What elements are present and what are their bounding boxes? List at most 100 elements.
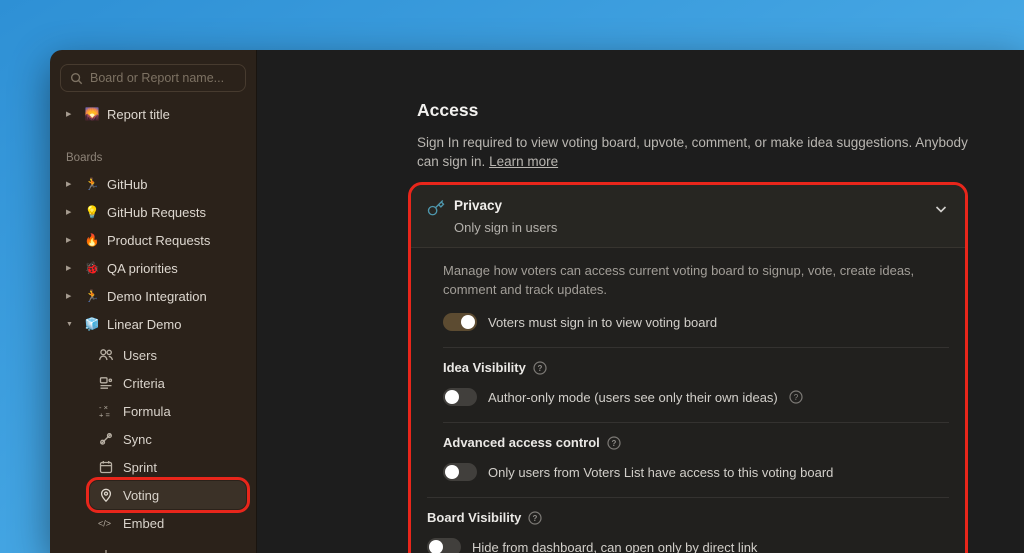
sidebar-item-report-title[interactable]: ▶ 🌄 Report title (60, 100, 246, 128)
sidebar-item-qa-priorities[interactable]: ▶ 🐞 QA priorities (60, 254, 246, 282)
board-emoji-icon: 💡 (84, 205, 100, 219)
board-emoji-icon: 🔥 (84, 233, 100, 247)
privacy-subtitle: Only sign in users (454, 220, 933, 235)
sidebar-item-users[interactable]: Users (90, 341, 246, 369)
sidebar-item-linear-demo[interactable]: ▼ 🧊 Linear Demo (60, 310, 246, 338)
board-emoji-icon: 🏃 (84, 289, 100, 303)
signin-toggle-label: Voters must sign in to view voting board (488, 315, 717, 330)
subitem-label: Users (123, 348, 157, 363)
page-title: Access (417, 100, 1024, 121)
chevron-down-icon[interactable] (933, 201, 949, 217)
learn-more-link[interactable]: Learn more (489, 154, 558, 169)
privacy-description: Manage how voters can access current vot… (443, 262, 965, 299)
sidebar-item-github-requests[interactable]: ▶ 💡 GitHub Requests (60, 198, 246, 226)
svg-text:?: ? (611, 439, 616, 448)
sidebar-item-demo-integration[interactable]: ▶ 🏃 Demo Integration (60, 282, 246, 310)
board-label: Product Requests (107, 233, 210, 248)
sidebar-item-sync[interactable]: Sync (90, 425, 246, 453)
sidebar-item-criteria[interactable]: Criteria (90, 369, 246, 397)
board-label: GitHub Requests (107, 205, 206, 220)
board-emoji-icon: 🐞 (84, 261, 100, 275)
help-icon[interactable]: ? (533, 361, 547, 375)
sprint-icon (98, 459, 114, 475)
signin-toggle-row: Voters must sign in to view voting board (443, 313, 949, 331)
criteria-icon (98, 375, 114, 391)
board-label: GitHub (107, 177, 147, 192)
divider (427, 497, 949, 498)
svg-text:+ =: + = (99, 411, 110, 420)
search-input[interactable]: Board or Report name... (60, 64, 246, 92)
sidebar-item-voting[interactable]: Voting (90, 481, 246, 509)
sidebar: Board or Report name... ▶ 🌄 Report title… (50, 50, 257, 553)
page-description: Sign In required to view voting board, u… (417, 133, 969, 171)
sidebar-item-product-requests[interactable]: ▶ 🔥 Product Requests (60, 226, 246, 254)
board-visibility-heading: Board Visibility ? (427, 510, 949, 525)
divider (443, 422, 949, 423)
hide-dashboard-toggle[interactable] (427, 538, 461, 553)
svg-text:?: ? (794, 393, 799, 402)
board-visibility-label: Board Visibility (427, 510, 521, 525)
hide-dashboard-toggle-row: Hide from dashboard, can open only by di… (427, 538, 949, 553)
board-label: Demo Integration (107, 289, 207, 304)
sidebar-item-github[interactable]: ▶ 🏃 GitHub (60, 170, 246, 198)
chevron-right-icon[interactable]: ▶ (66, 236, 77, 244)
author-only-toggle-label: Author-only mode (users see only their o… (488, 390, 778, 405)
plus-icon (98, 547, 114, 553)
voters-list-toggle-row: Only users from Voters List have access … (443, 463, 949, 481)
board-emoji-icon: 🏃 (84, 177, 100, 191)
privacy-card-body: Manage how voters can access current vot… (411, 248, 965, 553)
board-emoji-icon: 🧊 (84, 317, 100, 331)
help-icon[interactable]: ? (528, 511, 542, 525)
chevron-right-icon[interactable]: ▶ (66, 110, 77, 118)
author-only-toggle-row: Author-only mode (users see only their o… (443, 388, 949, 406)
search-placeholder: Board or Report name... (90, 71, 224, 85)
author-only-toggle[interactable] (443, 388, 477, 406)
board-label: Linear Demo (107, 317, 181, 332)
privacy-accordion-header[interactable]: Privacy Only sign in users (411, 185, 965, 248)
subitem-label: Sync (123, 432, 152, 447)
subitem-label: Embed (123, 516, 164, 531)
chevron-right-icon[interactable]: ▶ (66, 180, 77, 188)
help-icon[interactable]: ? (607, 436, 621, 450)
annotation-privacy-card: Privacy Only sign in users Manage how vo… (408, 182, 968, 553)
sidebar-item-sprint[interactable]: Sprint (90, 453, 246, 481)
subitem-label: Sprint (123, 460, 157, 475)
advanced-access-label: Advanced access control (443, 435, 600, 450)
boards-section-label: Boards (66, 152, 246, 164)
voters-list-toggle[interactable] (443, 463, 477, 481)
app-window: Board or Report name... ▶ 🌄 Report title… (50, 50, 1024, 553)
chevron-down-icon[interactable]: ▼ (66, 321, 77, 328)
idea-visibility-label: Idea Visibility (443, 360, 526, 375)
idea-visibility-heading: Idea Visibility ? (443, 360, 949, 375)
report-title-label: Report title (107, 107, 170, 122)
code-icon: </> (98, 515, 114, 531)
sidebar-item-formula[interactable]: - ×+ = Formula (90, 397, 246, 425)
main-panel: Access Sign In required to view voting b… (257, 50, 1024, 553)
signin-toggle[interactable] (443, 313, 477, 331)
svg-text:?: ? (537, 364, 542, 373)
hide-dashboard-toggle-label: Hide from dashboard, can open only by di… (472, 540, 757, 553)
board-label: QA priorities (107, 261, 178, 276)
subitem-label: Criteria (123, 376, 165, 391)
chevron-right-icon[interactable]: ▶ (66, 292, 77, 300)
help-icon[interactable]: ? (789, 390, 803, 404)
key-icon (427, 199, 445, 217)
users-icon (98, 347, 114, 363)
search-icon (70, 72, 83, 85)
subitem-label: Formula (123, 404, 171, 419)
sidebar-item-embed[interactable]: </> Embed (90, 509, 246, 537)
svg-text:?: ? (533, 514, 538, 523)
voters-list-toggle-label: Only users from Voters List have access … (488, 465, 833, 480)
svg-text:</>: </> (98, 519, 111, 529)
pin-icon (98, 487, 114, 503)
formula-icon: - ×+ = (98, 403, 114, 419)
advanced-access-heading: Advanced access control ? (443, 435, 949, 450)
divider (443, 347, 949, 348)
privacy-title: Privacy (454, 198, 933, 213)
sidebar-item-more[interactable] (90, 541, 246, 553)
sync-icon (98, 431, 114, 447)
report-emoji-icon: 🌄 (84, 107, 100, 121)
chevron-right-icon[interactable]: ▶ (66, 264, 77, 272)
subitem-label: Voting (123, 488, 159, 503)
chevron-right-icon[interactable]: ▶ (66, 208, 77, 216)
